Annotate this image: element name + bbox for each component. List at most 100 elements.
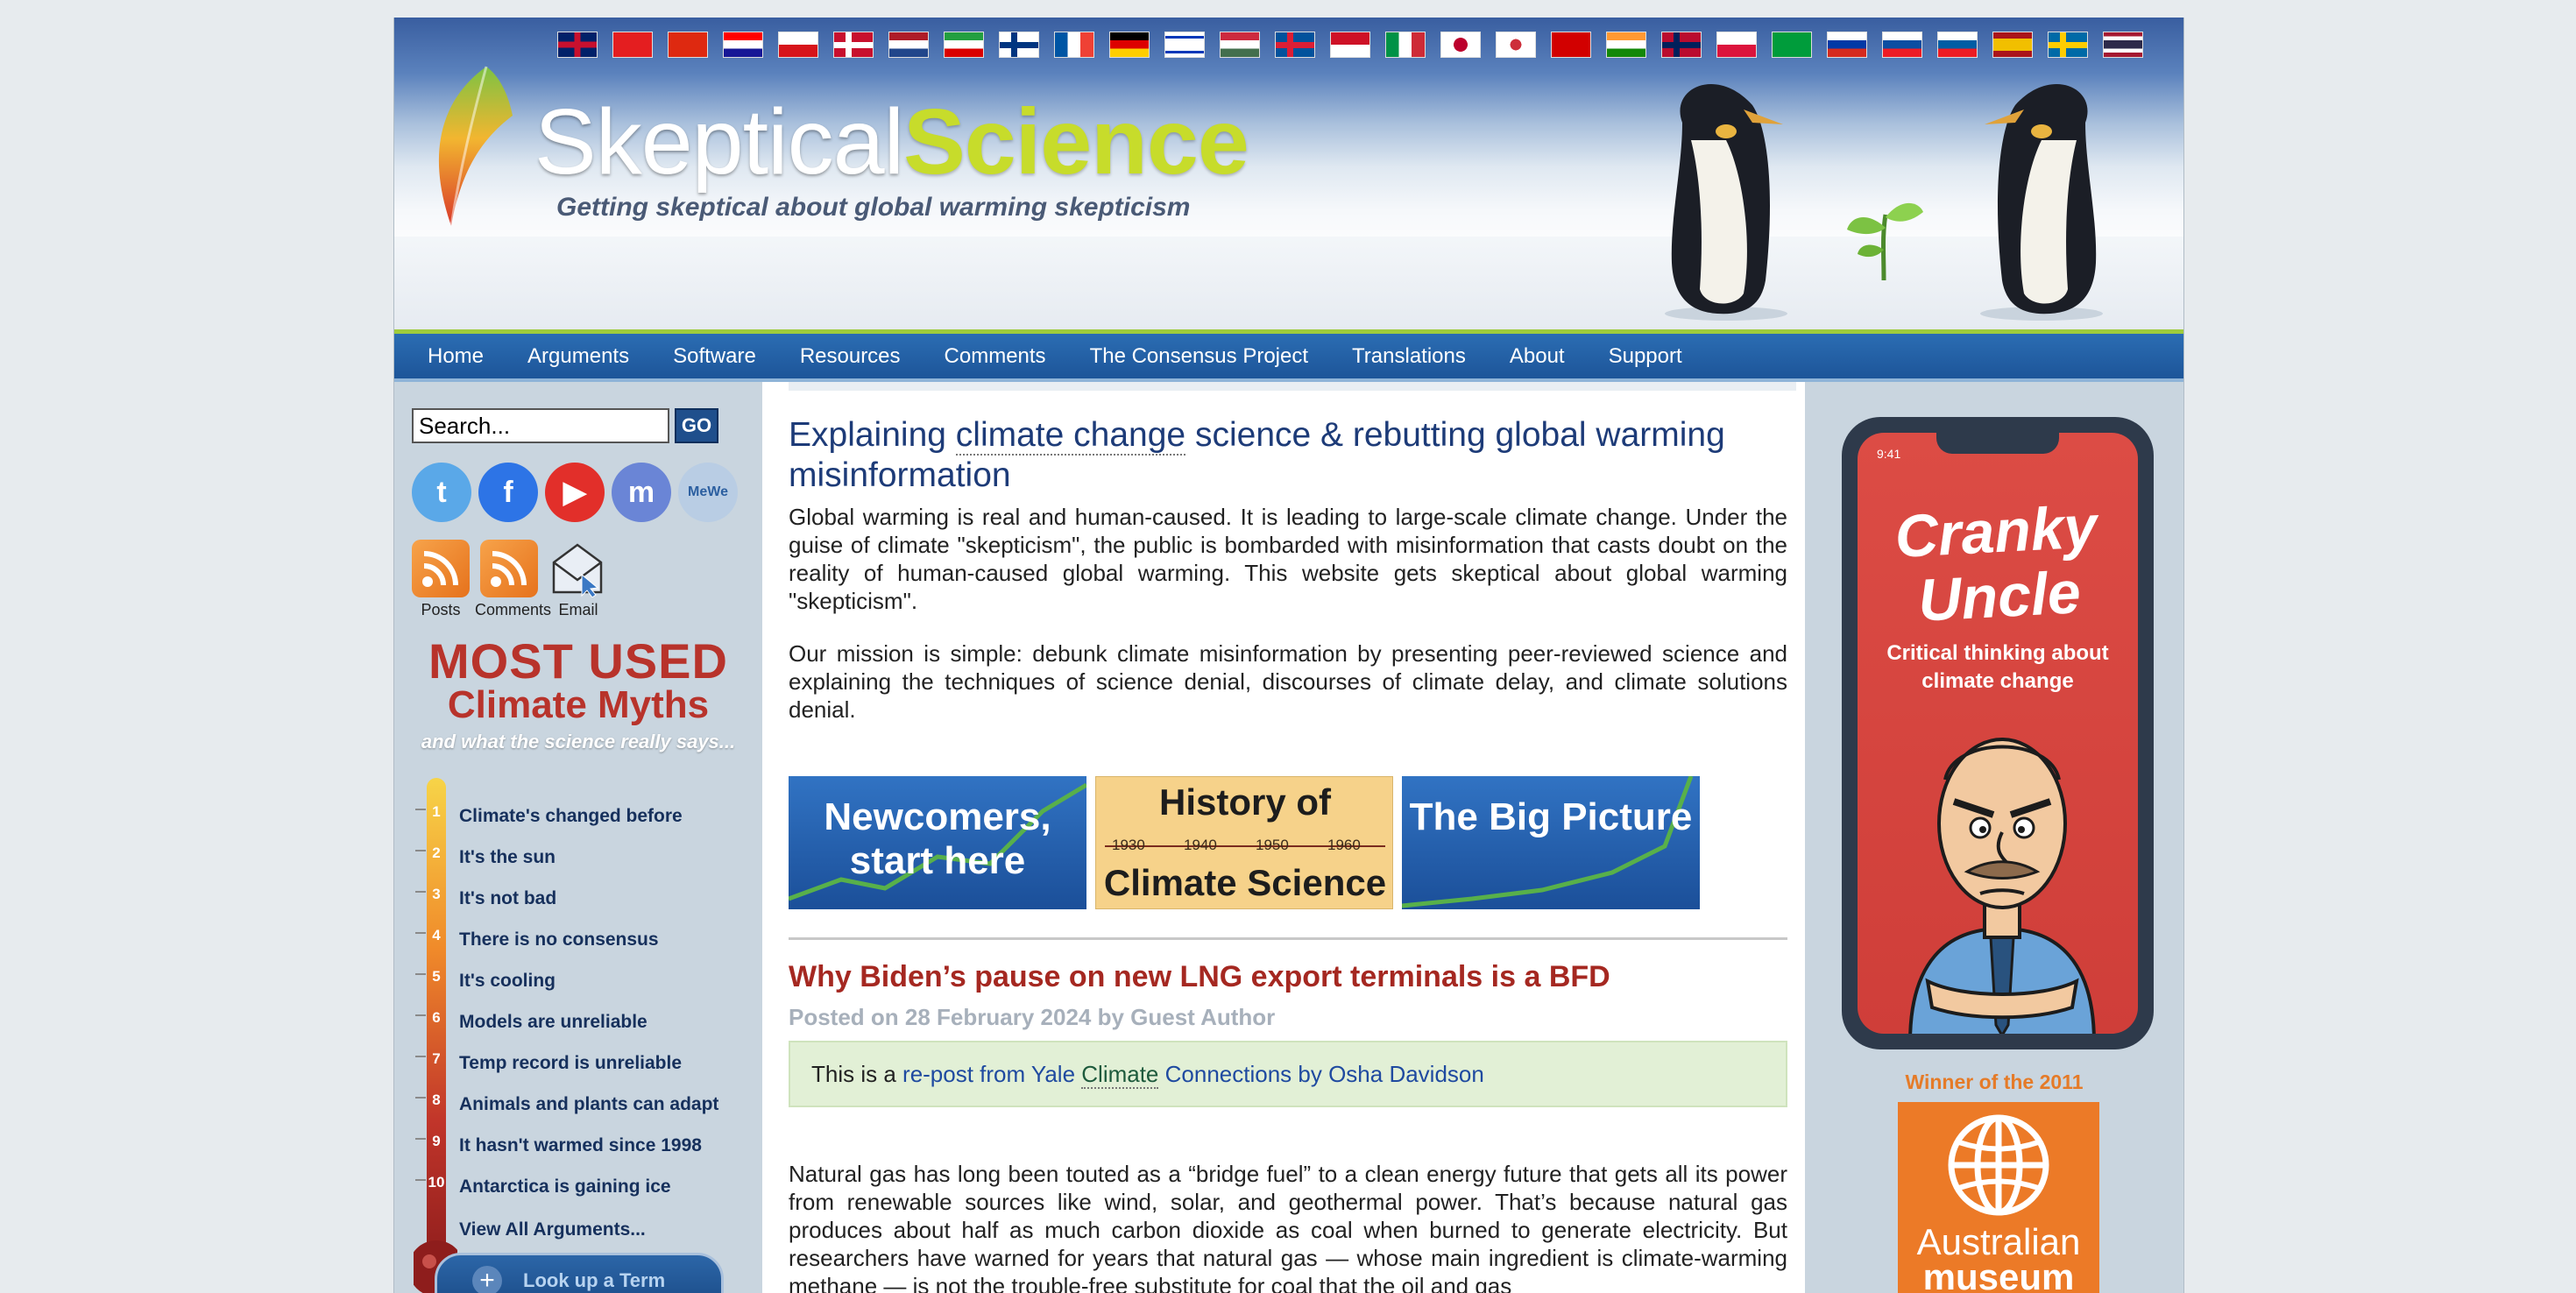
flag-de-icon[interactable] [1109,32,1150,58]
flag-is-icon[interactable] [1275,32,1315,58]
logo-word-skeptical: Skeptical [534,90,904,194]
nav-translations[interactable]: Translations [1352,344,1466,369]
nav-resources[interactable]: Resources [800,344,901,369]
flag-fr-icon[interactable] [1054,32,1094,58]
flag-no-icon[interactable] [1661,32,1702,58]
mastodon-icon[interactable]: m [612,463,671,522]
cranky-uncle-cartoon [1908,738,2096,1034]
myth-link-1[interactable]: Climate's changed before [459,806,683,827]
post-body-paragraph: Natural gas has long been touted as a “b… [789,1161,1787,1293]
divider [789,937,1787,940]
youtube-icon[interactable]: ▶ [545,463,605,522]
myths-heading-line2: Climate Myths [447,683,710,726]
myth-number-8: 8 [432,1092,440,1108]
flag-dk-icon[interactable] [833,32,874,58]
newcomers-label: Newcomers, start here [824,795,1051,882]
mewe-icon[interactable]: MeWe [678,463,738,522]
flag-in-icon[interactable] [1606,32,1646,58]
cranky-uncle-ad[interactable]: 9:41 Cranky Uncle Critical thinking abou… [1842,417,2154,1049]
flag-fi-icon[interactable] [999,32,1039,58]
big-picture-banner[interactable]: The Big Picture [1402,776,1700,909]
myth-link-3[interactable]: It's not bad [459,888,556,909]
facebook-icon[interactable]: f [478,463,538,522]
history-year-1950: 1950 [1256,837,1289,853]
flag-id-icon[interactable] [1330,32,1370,58]
search-go-button[interactable]: GO [675,408,718,443]
phone-screen: 9:41 Cranky Uncle Critical thinking abou… [1858,433,2138,1034]
history-year-1940: 1940 [1184,837,1217,853]
newcomers-banner[interactable]: Newcomers, start here [789,776,1086,909]
lookup-term-button[interactable]: + Look up a Term [435,1253,724,1293]
myth-link-4[interactable]: There is no consensus [459,929,659,950]
site-header: SkepticalScience Getting skeptical about… [394,18,2183,329]
myth-link-6[interactable]: Models are unreliable [459,1012,648,1033]
nav-comments[interactable]: Comments [945,344,1046,369]
email-envelope-icon[interactable] [548,540,606,597]
flag-sk-icon[interactable] [1882,32,1922,58]
search-input[interactable] [412,408,669,443]
australian-museum-logo[interactable]: Australian museum [1898,1102,2099,1293]
cranky-uncle-title: Cranky Uncle [1858,492,2138,637]
post-title-link[interactable]: Why Biden’s pause on new LNG export term… [789,960,1610,994]
myth-link-2[interactable]: It's the sun [459,847,556,868]
page: SkepticalScience Getting skeptical about… [393,18,2184,1293]
myth-link-10[interactable]: Antarctica is gaining ice [459,1176,671,1198]
flag-ir-icon[interactable] [944,32,984,58]
repost-source-link[interactable]: re-post from Yale [902,1061,1081,1087]
flag-hu-icon[interactable] [1220,32,1260,58]
rss-comments-icon[interactable] [480,540,538,597]
flag-mk-icon[interactable] [1551,32,1591,58]
nav-support[interactable]: Support [1609,344,1682,369]
myth-link-9[interactable]: It hasn't warmed since 1998 [459,1135,702,1156]
penguins-illustration [1665,84,2103,321]
myth-number-7: 7 [432,1050,440,1067]
flag-kr-icon[interactable] [1496,32,1536,58]
repost-source-link-2[interactable]: Connections by Osha Davidson [1158,1061,1484,1087]
heading-climate-change-link[interactable]: climate change [955,416,1186,456]
myth-number-10: 10 [428,1174,445,1191]
left-sidebar: GO tf▶mMeWe Posts Comments Email MOST US… [394,382,762,1293]
history-banner[interactable]: History of 1930 1940 1950 1960 Climate Scie… [1095,776,1393,909]
flag-th-icon[interactable] [2103,32,2143,58]
flag-br-icon[interactable] [1772,32,1812,58]
flag-pl-icon[interactable] [1716,32,1757,58]
flag-ru-icon[interactable] [1827,32,1867,58]
site-logo[interactable]: SkepticalScience [534,89,1249,194]
globe-icon [1948,1114,2049,1216]
comments-label: Comments [475,601,552,618]
nav-arguments[interactable]: Arguments [527,344,629,369]
flag-gb-icon[interactable] [557,32,598,58]
feature-banners: Newcomers, start here History of 1930 194… [789,776,1700,913]
flag-cz-icon[interactable] [778,32,818,58]
view-all-arguments-link[interactable]: View All Arguments... [459,1219,646,1240]
flag-jp-icon[interactable] [1440,32,1481,58]
posts-label: Posts [421,601,461,618]
nav-home[interactable]: Home [428,344,484,369]
nav-about[interactable]: About [1510,344,1565,369]
flag-se-icon[interactable] [2048,32,2088,58]
myth-link-5[interactable]: It's cooling [459,971,556,992]
repost-climate-term[interactable]: Climate [1081,1061,1159,1089]
flag-it-icon[interactable] [1385,32,1426,58]
flag-hr-icon[interactable] [723,32,763,58]
history-label-top: History of [1158,781,1331,823]
nav-software[interactable]: Software [673,344,756,369]
flag-si-icon[interactable] [1937,32,1978,58]
flag-cn-icon[interactable] [668,32,708,58]
history-label-bottom: Climate Science [1103,862,1387,903]
nav-the-consensus-project[interactable]: The Consensus Project [1090,344,1308,369]
big-picture-label: The Big Picture [1409,795,1693,838]
twitter-icon[interactable]: t [412,463,471,522]
flag-es-icon[interactable] [1992,32,2033,58]
myth-number-2: 2 [432,844,440,861]
flag-il-icon[interactable] [1164,32,1205,58]
myth-link-8[interactable]: Animals and plants can adapt [459,1094,718,1115]
mission-paragraph: Our mission is simple: debunk climate mi… [789,640,1787,723]
myth-link-7[interactable]: Temp record is unreliable [459,1053,682,1074]
flag-al-icon[interactable] [612,32,653,58]
myths-heading: MOST USED [428,633,728,689]
history-year-1960: 1960 [1327,837,1361,853]
phone-time: 9:41 [1877,447,1901,461]
flag-nl-icon[interactable] [888,32,929,58]
rss-posts-icon[interactable] [412,540,470,597]
